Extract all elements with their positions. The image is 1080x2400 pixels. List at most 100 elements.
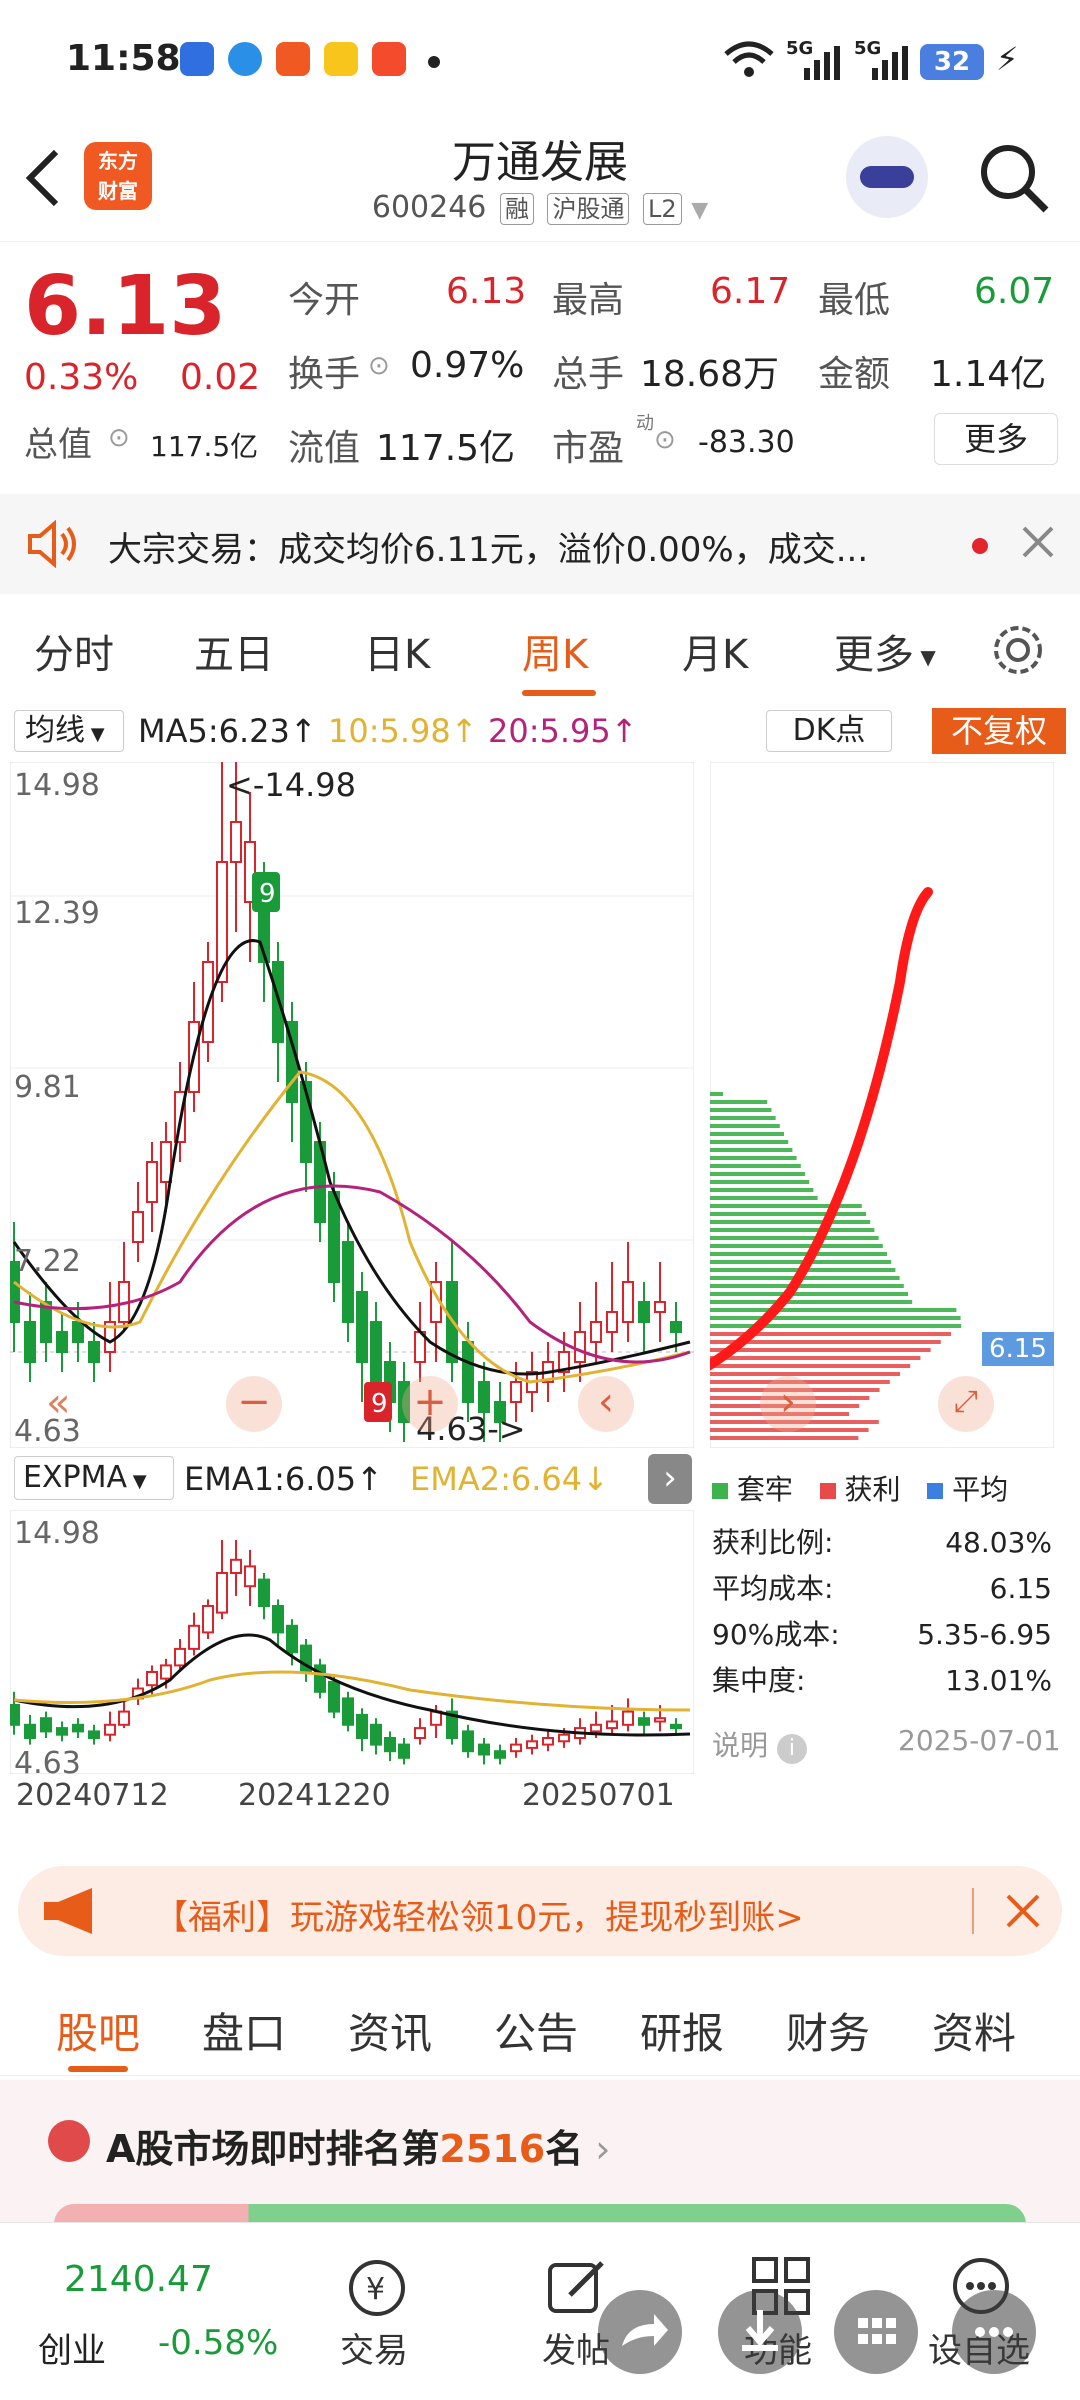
y-axis-label: 9.81 [14, 1070, 81, 1105]
tab-pankou[interactable]: 盘口 [202, 2000, 286, 2061]
close-icon[interactable] [1004, 1892, 1042, 1930]
candle-body [258, 1578, 270, 1607]
mcap-value: 117.5亿 [150, 430, 259, 463]
chip-bar [710, 1244, 883, 1248]
chip-bar [710, 1436, 859, 1440]
candle-body [494, 1750, 506, 1759]
chip-bar [710, 1148, 793, 1152]
chip-help[interactable]: 说明 i [712, 1724, 807, 1764]
info-icon[interactable]: ⊙ [368, 351, 390, 381]
scroll-left-icon[interactable]: « [46, 1380, 70, 1426]
volume-label: 总手 [552, 354, 625, 395]
chip-bar [710, 1124, 780, 1128]
tab-more[interactable]: 更多 ▼ [834, 622, 936, 680]
candle-body [510, 1743, 522, 1753]
date-label: 20241220 [238, 1778, 391, 1813]
index-change: -0.58% [158, 2323, 279, 2363]
candle-body [24, 1321, 36, 1363]
candle-body [160, 1664, 172, 1680]
app-icon [276, 42, 310, 76]
prev-icon[interactable]: ‹ [578, 1376, 634, 1432]
chip-bar [710, 1164, 801, 1168]
tab-monthly-k[interactable]: 月K [682, 622, 748, 680]
info-icon[interactable]: ⊙ [654, 425, 676, 455]
tab-profile[interactable]: 资料 [932, 2000, 1016, 2061]
tab-5day[interactable]: 五日 [194, 622, 274, 680]
candle-body [370, 1321, 382, 1383]
dk-point-selector[interactable]: DK点 [766, 710, 892, 752]
chip-bar [710, 1292, 908, 1296]
more-fab-icon[interactable] [952, 2290, 1036, 2374]
expand-icon[interactable]: ⤢ [938, 1376, 994, 1432]
no-adjust-button[interactable]: 不复权 [932, 708, 1066, 754]
margin-tag: 融 [499, 193, 534, 225]
kline-chart-area: 均线 ▼ MA5:6.23↑ 10:5.98↑ 20:5.95↑ DK点 不复权… [0, 700, 1080, 1840]
close-icon[interactable] [1020, 524, 1056, 560]
candle-body [638, 1301, 650, 1323]
date-label: 20250701 [522, 1778, 675, 1813]
robot-avatar[interactable] [846, 136, 928, 218]
tab-news[interactable]: 资讯 [348, 2000, 432, 2061]
trade-icon[interactable]: ¥ [344, 2255, 410, 2321]
promo-banner[interactable]: 【福利】玩游戏轻松领10元，提现秒到账> [18, 1866, 1062, 1956]
candle-body [10, 1704, 20, 1726]
chip-bar [710, 1228, 875, 1232]
candlestick-chart[interactable]: 9 9 [10, 762, 694, 1448]
candle-body [638, 1717, 650, 1726]
candle-body [574, 1331, 586, 1363]
more-button[interactable]: 更多 [934, 413, 1058, 465]
chip-bar [710, 1348, 931, 1352]
market-rank-card[interactable]: A股市场即时排名第2516名 › [0, 2080, 1080, 2244]
candle-body [526, 1740, 538, 1749]
share-fab-icon[interactable] [598, 2290, 682, 2374]
candle-body [216, 1572, 228, 1614]
settings-icon[interactable] [990, 622, 1046, 678]
pe-value: -83.30 [698, 425, 795, 460]
candle-body [356, 1291, 368, 1363]
svg-text:9: 9 [371, 1389, 388, 1419]
expand-arrow-icon[interactable]: › [648, 1454, 692, 1504]
dropdown-icon[interactable]: ▼ [691, 198, 708, 223]
download-fab-icon[interactable] [718, 2290, 802, 2374]
info-icon[interactable]: ⊙ [108, 423, 130, 453]
search-icon[interactable] [976, 140, 1052, 216]
sub-y-top: 14.98 [14, 1516, 100, 1551]
expma-chart[interactable] [10, 1510, 694, 1774]
grid-fab-icon[interactable] [834, 2290, 918, 2374]
candle-body [202, 1605, 214, 1634]
candle-body [56, 1331, 68, 1353]
candle-body [558, 1733, 570, 1743]
tab-announcements[interactable]: 公告 [494, 2000, 578, 2061]
chip-bar [710, 1188, 814, 1192]
candle-body [510, 1381, 522, 1403]
nav-trade[interactable]: 交易 [340, 2323, 408, 2372]
promo-text: 【福利】玩游戏轻松领10元，提现秒到账> [154, 1898, 804, 1938]
chip-date: 2025-07-01 [898, 1724, 1061, 1757]
candle-body [356, 1713, 368, 1739]
expma-selector[interactable]: EXPMA ▼ [14, 1456, 174, 1500]
float-mcap-label: 流值 [288, 428, 361, 469]
tab-guba[interactable]: 股吧 [56, 2000, 140, 2061]
tab-intraday[interactable]: 分时 [34, 622, 114, 680]
tab-indicator [522, 690, 596, 696]
chip-bar [710, 1356, 921, 1360]
megaphone-icon [44, 1888, 92, 1934]
block-trade-notice[interactable]: 大宗交易：成交均价6.11元，溢价0.00%，成交... [0, 494, 1080, 594]
tab-finance[interactable]: 财务 [786, 2000, 870, 2061]
battery-icon: 32 [920, 44, 984, 80]
app-icon [228, 42, 262, 76]
tab-daily-k[interactable]: 日K [364, 622, 430, 680]
candle-body [398, 1743, 410, 1759]
candle-body [272, 1605, 284, 1634]
tab-research[interactable]: 研报 [640, 2000, 724, 2061]
ma-selector[interactable]: 均线 ▼ [14, 710, 124, 752]
chip-bar [710, 1092, 723, 1096]
chip-bar [710, 1364, 911, 1368]
high-marker: <-14.98 [226, 766, 356, 804]
zoom-in-icon[interactable]: + [402, 1376, 458, 1432]
candle-body [622, 1710, 634, 1726]
candle-body [670, 1321, 682, 1333]
zoom-out-icon[interactable]: − [226, 1376, 282, 1432]
chip-next-icon[interactable]: › [760, 1376, 816, 1432]
tab-weekly-k[interactable]: 周K [522, 622, 588, 680]
